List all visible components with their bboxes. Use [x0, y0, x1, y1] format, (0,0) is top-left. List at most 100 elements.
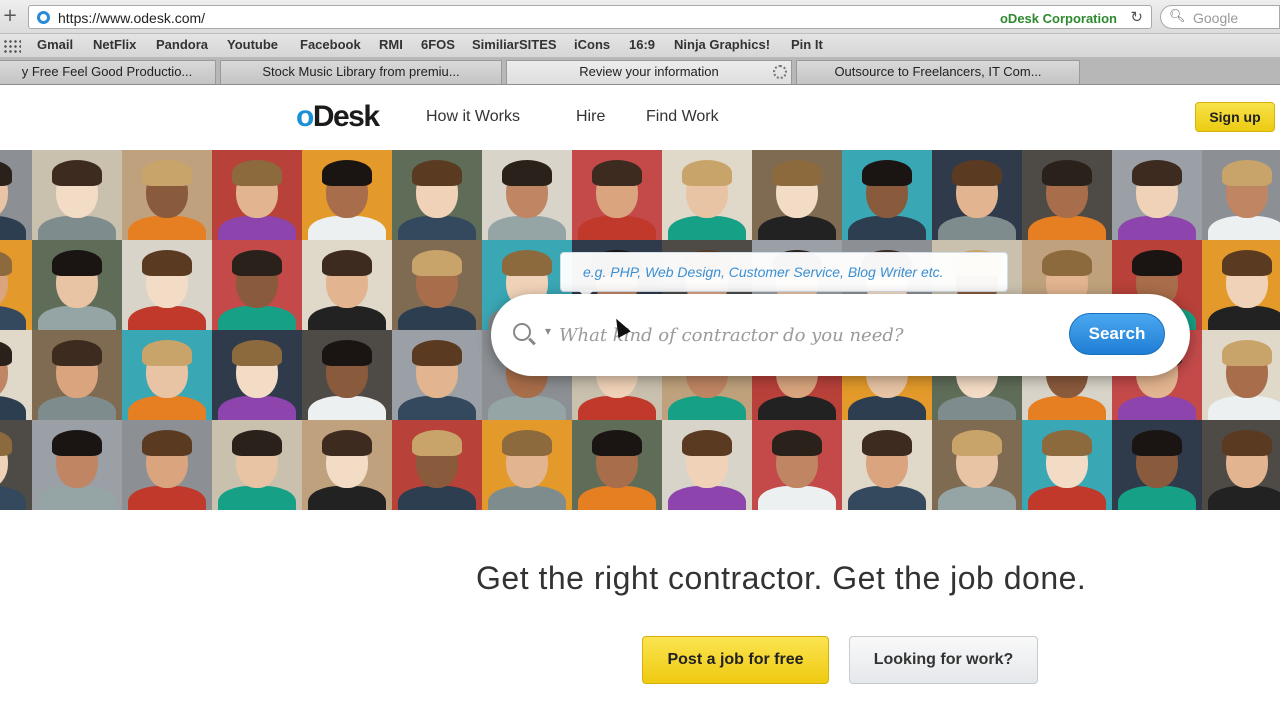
bookmark-16-9[interactable]: 16:9	[629, 37, 655, 52]
portrait-tile	[1202, 240, 1280, 330]
portrait-tile	[662, 150, 752, 240]
portrait-body	[758, 396, 836, 420]
portrait-body	[1208, 486, 1280, 510]
portrait-hair	[1042, 430, 1092, 456]
portrait-hair	[952, 430, 1002, 456]
tab-stock-music[interactable]: Stock Music Library from premiu...	[220, 60, 502, 84]
portrait-tile	[32, 420, 122, 510]
portrait-hair	[862, 160, 912, 186]
tagline-heading: Get the right contractor. Get the job do…	[476, 560, 1087, 596]
portrait-hair	[232, 430, 282, 456]
url-text[interactable]: https://www.odesk.com/	[58, 10, 205, 26]
portrait-body	[398, 306, 476, 330]
portrait-tile	[302, 420, 392, 510]
portrait-tile	[122, 330, 212, 420]
portrait-tile	[32, 240, 122, 330]
odesk-logo[interactable]: oDesk	[296, 100, 380, 134]
portrait-body	[0, 216, 26, 240]
portrait-tile	[842, 150, 932, 240]
search-engine-icon[interactable]: 🔍︎	[1169, 9, 1186, 24]
chevron-down-icon[interactable]: ▾	[545, 324, 551, 338]
portrait-tile	[572, 420, 662, 510]
portrait-tile	[1202, 330, 1280, 420]
bookmark-gmail[interactable]: Gmail	[37, 37, 73, 52]
portrait-body	[1028, 486, 1106, 510]
portrait-hair	[502, 250, 552, 276]
reload-icon[interactable]: ↻	[1130, 8, 1143, 26]
portrait-body	[308, 486, 386, 510]
bookmark-pin-it[interactable]: Pin It	[791, 37, 823, 52]
tab-label: y Free Feel Good Productio...	[21, 64, 193, 79]
portrait-body	[758, 216, 836, 240]
portrait-body	[1118, 486, 1196, 510]
search-engine-placeholder: Google	[1193, 10, 1239, 26]
nav-how-it-works[interactable]: How it Works	[426, 108, 520, 126]
portrait-hair	[592, 160, 642, 186]
tab-label: Review your information	[579, 64, 719, 79]
portrait-body	[308, 396, 386, 420]
portrait-hair	[1042, 250, 1092, 276]
tab-free-feel-good[interactable]: y Free Feel Good Productio...	[0, 60, 216, 84]
portrait-hair	[772, 430, 822, 456]
portrait-body	[488, 486, 566, 510]
portrait-body	[38, 396, 116, 420]
portrait-body	[668, 396, 746, 420]
apps-grid-icon[interactable]	[3, 39, 21, 53]
site-header: oDesk How it Works Hire Find Work Sign u…	[0, 86, 1280, 150]
search-button[interactable]: Search	[1069, 313, 1165, 355]
address-bar[interactable]: https://www.odesk.com/ oDesk Corporation…	[28, 5, 1152, 29]
looking-for-work-button[interactable]: Looking for work?	[849, 636, 1038, 684]
portrait-hair	[322, 250, 372, 276]
bookmark-icons[interactable]: iCons	[574, 37, 610, 52]
portrait-tile	[1202, 150, 1280, 240]
portrait-body	[1028, 396, 1106, 420]
logo-o: o	[296, 100, 314, 133]
portrait-body	[1118, 216, 1196, 240]
portrait-hair	[232, 340, 282, 366]
portrait-body	[578, 396, 656, 420]
portrait-body	[308, 306, 386, 330]
bookmark-youtube[interactable]: Youtube	[227, 37, 278, 52]
portrait-body	[848, 396, 926, 420]
portrait-body	[848, 486, 926, 510]
portrait-tile	[1022, 420, 1112, 510]
site-identity-badge[interactable]: oDesk Corporation	[1000, 11, 1117, 26]
portrait-tile	[122, 420, 212, 510]
portrait-hair	[0, 250, 12, 276]
portrait-body	[0, 306, 26, 330]
bookmark-6fos[interactable]: 6FOS	[421, 37, 455, 52]
sign-up-button[interactable]: Sign up	[1195, 102, 1275, 132]
new-tab-plus-icon[interactable]: +	[2, 7, 18, 25]
bookmark-netflix[interactable]: NetFlix	[93, 37, 136, 52]
portrait-hair	[142, 160, 192, 186]
bookmark-pandora[interactable]: Pandora	[156, 37, 208, 52]
portrait-body	[128, 396, 206, 420]
nav-hire[interactable]: Hire	[576, 108, 605, 126]
portrait-tile	[1202, 420, 1280, 510]
bookmark-similiarsites[interactable]: SimiliarSITES	[472, 37, 557, 52]
post-job-button[interactable]: Post a job for free	[642, 636, 829, 684]
tab-review-information[interactable]: Review your information	[506, 60, 792, 84]
tab-outsource-freelancers[interactable]: Outsource to Freelancers, IT Com...	[796, 60, 1080, 84]
bookmark-rmi[interactable]: RMI	[379, 37, 403, 52]
portrait-hair	[142, 430, 192, 456]
browser-search-field[interactable]: 🔍︎ Google	[1160, 5, 1280, 29]
bookmark-facebook[interactable]: Facebook	[300, 37, 361, 52]
contractor-search-input[interactable]	[559, 320, 1059, 350]
nav-find-work[interactable]: Find Work	[646, 108, 719, 126]
portrait-tile	[0, 150, 32, 240]
portrait-hair	[412, 340, 462, 366]
portrait-hair	[232, 160, 282, 186]
portrait-hair	[502, 430, 552, 456]
portrait-tile	[212, 240, 302, 330]
odesk-favicon-icon	[37, 11, 50, 24]
portrait-hair	[322, 160, 372, 186]
portrait-hair	[1222, 250, 1272, 276]
portrait-hair	[52, 430, 102, 456]
bookmark-ninja-graphics[interactable]: Ninja Graphics!	[674, 37, 770, 52]
portrait-body	[1208, 306, 1280, 330]
portrait-tile	[482, 150, 572, 240]
search-icon	[513, 323, 531, 341]
portrait-hair	[0, 340, 12, 366]
portrait-body	[398, 486, 476, 510]
